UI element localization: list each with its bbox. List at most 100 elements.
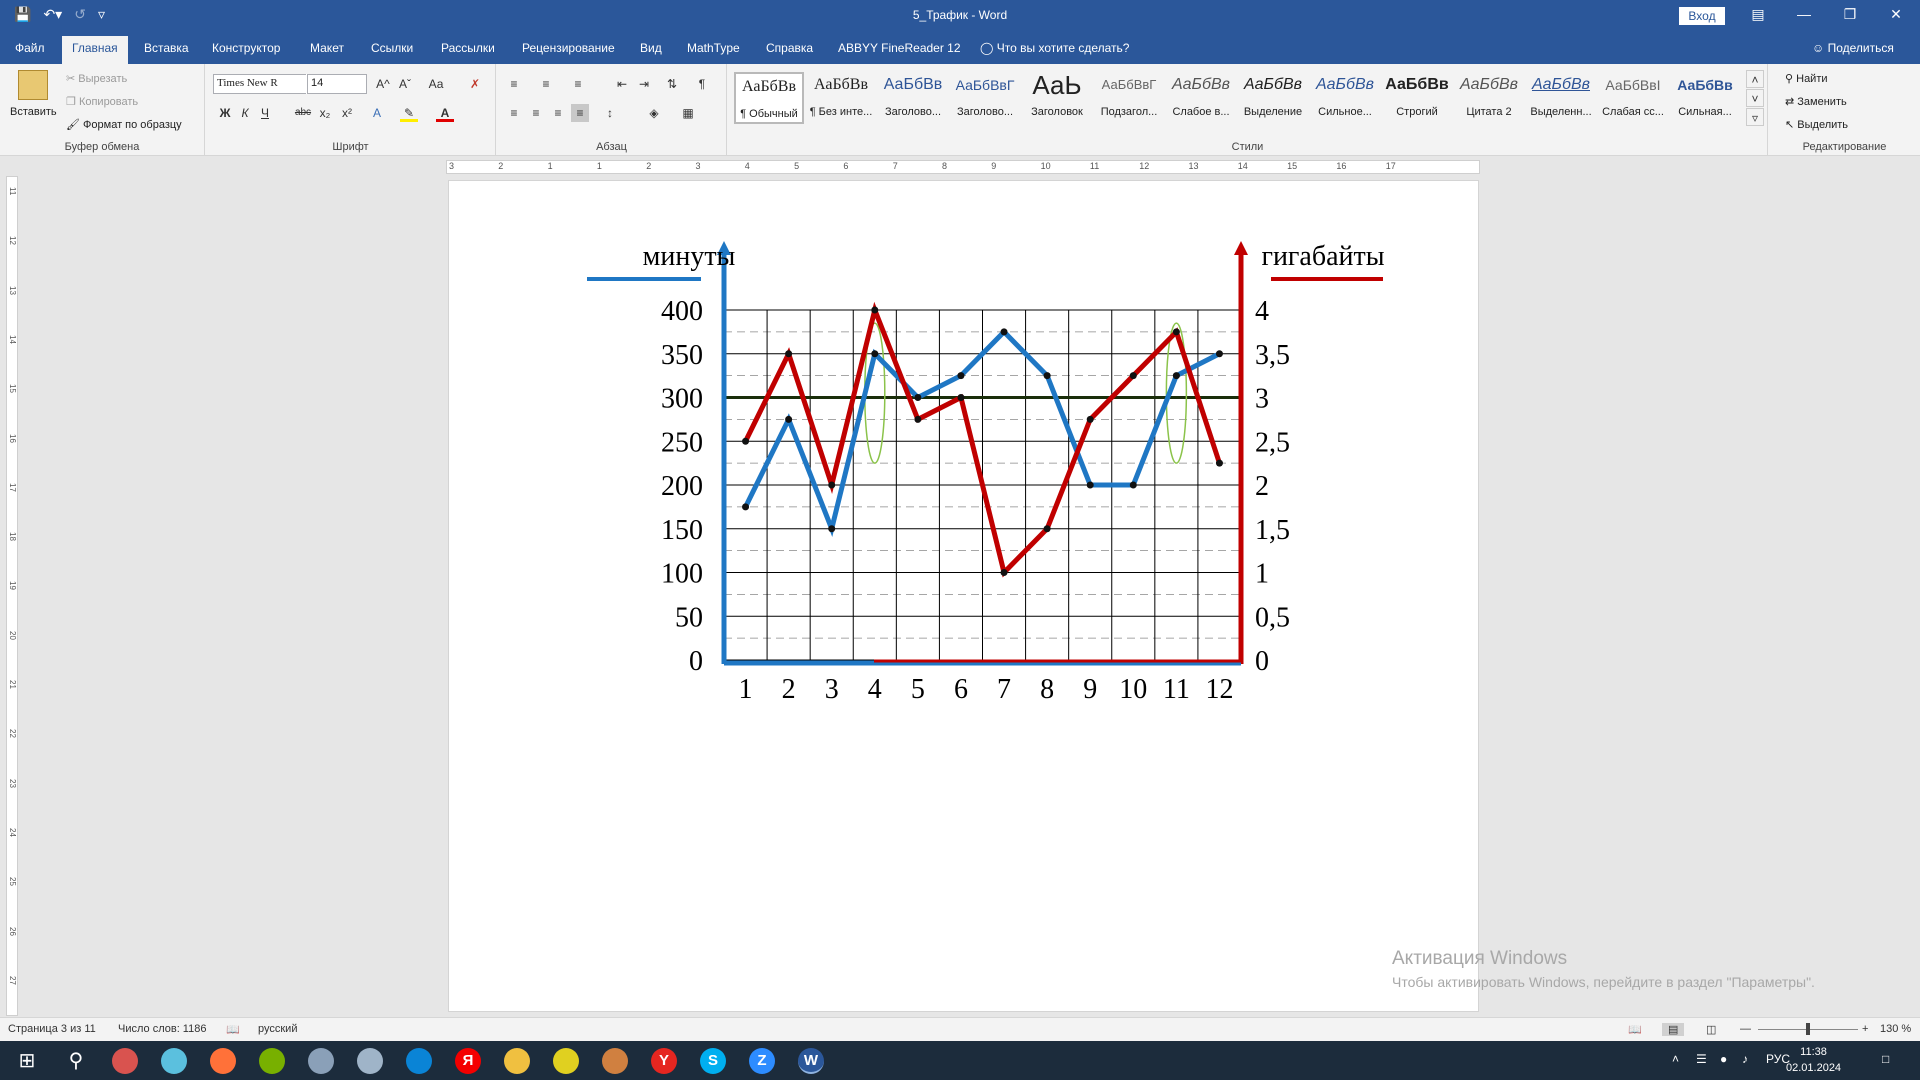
styles-more-icon[interactable]: ▿ (1746, 108, 1764, 126)
notifications-icon[interactable]: □ (1882, 1052, 1889, 1066)
style-heading-1[interactable]: АаБбВв Заголово... (878, 72, 948, 124)
style-emphasis[interactable]: АаБбВв Выделение (1238, 72, 1308, 124)
format-painter-button[interactable]: 🖌 Формат по образцу (66, 118, 182, 131)
tab-review[interactable]: Рецензирование (522, 41, 615, 55)
firefox-icon[interactable] (210, 1048, 236, 1074)
cloud-icon[interactable] (357, 1048, 383, 1074)
share-button[interactable]: ☺ Поделиться (1812, 41, 1894, 55)
paint-icon[interactable] (308, 1048, 334, 1074)
cut-button[interactable]: ✂ Вырезать (66, 72, 127, 85)
windows-icon[interactable]: ⊞ (14, 1048, 40, 1074)
read-mode-icon[interactable]: 📖 (1628, 1023, 1642, 1036)
tab-view[interactable]: Вид (640, 41, 662, 55)
style-strong[interactable]: АаБбВв Строгий (1382, 72, 1452, 124)
italic-icon[interactable]: К (236, 104, 254, 122)
tab-references[interactable]: Ссылки (371, 41, 413, 55)
numbering-icon[interactable]: ≡ (537, 75, 555, 93)
notepad-icon[interactable] (161, 1048, 187, 1074)
yandex-icon[interactable]: Я (455, 1048, 481, 1074)
font-family-select[interactable]: Times New R (213, 74, 309, 94)
print-layout-icon[interactable]: ▤ (1662, 1023, 1685, 1036)
edge-icon[interactable] (406, 1048, 432, 1074)
tray-chevron-icon[interactable]: ˄ (1672, 1052, 1679, 1066)
ribbon-display-icon[interactable]: ▤ (1748, 6, 1768, 23)
explorer-icon[interactable] (504, 1048, 530, 1074)
vertical-ruler[interactable]: 11 12 13 14 15 16 17 18 19 20 21 22 23 24 25 26 27 (6, 176, 18, 1016)
tab-abbyy[interactable]: ABBYY FineReader 12 (838, 41, 961, 55)
tab-mailings[interactable]: Рассылки (441, 41, 495, 55)
style-subtle-reference[interactable]: АаБбВвI Слабая сс... (1598, 72, 1668, 124)
paste-icon[interactable] (18, 70, 48, 100)
search-icon[interactable]: ⚲ (63, 1048, 89, 1074)
style-intense-quote[interactable]: АаБбВв Выделенн... (1526, 72, 1596, 124)
style-heading-2[interactable]: АаБбВвГ Заголово... (950, 72, 1020, 124)
tab-mathtype[interactable]: MathType (687, 41, 740, 55)
close-icon[interactable]: ✕ (1886, 6, 1906, 23)
clear-format-icon[interactable]: ✗ (466, 75, 484, 93)
style-no-spacing[interactable]: АаБбВв ¶ Без инте... (806, 72, 876, 124)
superscript-icon[interactable]: x² (338, 104, 356, 122)
line-spacing-icon[interactable]: ↕ (601, 104, 619, 122)
utorrent-icon[interactable] (259, 1048, 285, 1074)
replace-button[interactable]: ⇄ Заменить (1785, 95, 1847, 108)
shading-icon[interactable]: ◈ (645, 104, 663, 122)
font-size-select[interactable]: 14 (307, 74, 367, 94)
tab-home[interactable]: Главная (62, 36, 128, 64)
web-layout-icon[interactable]: ◫ (1706, 1023, 1716, 1036)
word-count[interactable]: Число слов: 1186 (118, 1023, 206, 1035)
align-right-icon[interactable]: ≡ (549, 104, 567, 122)
align-left-icon[interactable]: ≡ (505, 104, 523, 122)
maps-icon[interactable] (553, 1048, 579, 1074)
tell-me-box[interactable]: ◯ Что вы хотите сделать? (980, 41, 1129, 55)
increase-indent-icon[interactable]: ⇥ (635, 75, 653, 93)
bold-icon[interactable]: Ж (216, 104, 234, 122)
network-icon[interactable]: ☰ (1696, 1052, 1707, 1066)
zoom-level[interactable]: 130 % (1880, 1023, 1911, 1035)
text-effects-icon[interactable]: A (368, 104, 386, 122)
grow-font-icon[interactable]: A^ (374, 75, 392, 93)
style-quote[interactable]: АаБбВв Цитата 2 (1454, 72, 1524, 124)
style-intense-reference[interactable]: АаБбВв Сильная... (1670, 72, 1740, 124)
word-icon[interactable]: W (798, 1048, 824, 1074)
zoom-in-icon[interactable]: + (1862, 1023, 1868, 1035)
style-subtitle[interactable]: АаБбВвГ Подзагол... (1094, 72, 1164, 124)
tab-help[interactable]: Справка (766, 41, 813, 55)
zoom-slider-thumb[interactable] (1806, 1023, 1810, 1035)
skype-icon[interactable]: S (700, 1048, 726, 1074)
multilevel-list-icon[interactable]: ≡ (569, 75, 587, 93)
find-button[interactable]: ⚲ Найти (1785, 72, 1828, 85)
style-intense-emphasis[interactable]: АаБбВв Сильное... (1310, 72, 1380, 124)
style-title[interactable]: АаЬ Заголовок (1022, 72, 1092, 124)
browser-icon[interactable] (112, 1048, 138, 1074)
clock[interactable]: 11:38 02.01.2024 (1786, 1044, 1841, 1076)
tab-insert[interactable]: Вставка (144, 41, 189, 55)
yandex-browser-icon[interactable]: Y (651, 1048, 677, 1074)
style-normal[interactable]: АаБбВв ¶ Обычный (734, 72, 804, 124)
align-center-icon[interactable]: ≡ (527, 104, 545, 122)
font-color-icon[interactable]: A (436, 104, 454, 122)
document-page[interactable]: минуты гигабайты 0 50 100 150 200 250 300 350 400 0… (448, 180, 1479, 1079)
styles-scroll-up-icon[interactable]: ˄ (1746, 70, 1764, 88)
style-subtle-emphasis[interactable]: АаБбВв Слабое в... (1166, 72, 1236, 124)
volume-icon[interactable]: ♪ (1742, 1052, 1748, 1066)
bullets-icon[interactable]: ≡ (505, 75, 523, 93)
tab-file[interactable]: Файл (15, 41, 45, 55)
files-icon[interactable] (602, 1048, 628, 1074)
pilcrow-icon[interactable]: ¶ (693, 75, 711, 93)
strikethrough-icon[interactable]: abc (292, 104, 314, 122)
restore-icon[interactable]: ❐ (1840, 6, 1860, 23)
horizontal-ruler[interactable]: 3 2 1 1 2 3 4 5 6 7 8 9 10 11 12 13 14 15 16 17 (446, 160, 1480, 174)
paste-button[interactable]: Вставить (10, 106, 57, 118)
tab-design[interactable]: Конструктор (212, 41, 280, 55)
login-button[interactable]: Вход (1679, 7, 1725, 25)
subscript-icon[interactable]: x₂ (316, 104, 334, 122)
language[interactable]: русский (258, 1023, 297, 1035)
highlight-icon[interactable]: ✎ (400, 104, 418, 122)
sort-icon[interactable]: ⇅ (663, 75, 681, 93)
shrink-font-icon[interactable]: Aˇ (396, 75, 414, 93)
decrease-indent-icon[interactable]: ⇤ (613, 75, 631, 93)
zoom-out-icon[interactable]: — (1740, 1023, 1751, 1035)
microphone-icon[interactable]: ● (1720, 1052, 1727, 1066)
styles-scroll-down-icon[interactable]: ˅ (1746, 89, 1764, 107)
justify-icon[interactable]: ≡ (571, 104, 589, 122)
